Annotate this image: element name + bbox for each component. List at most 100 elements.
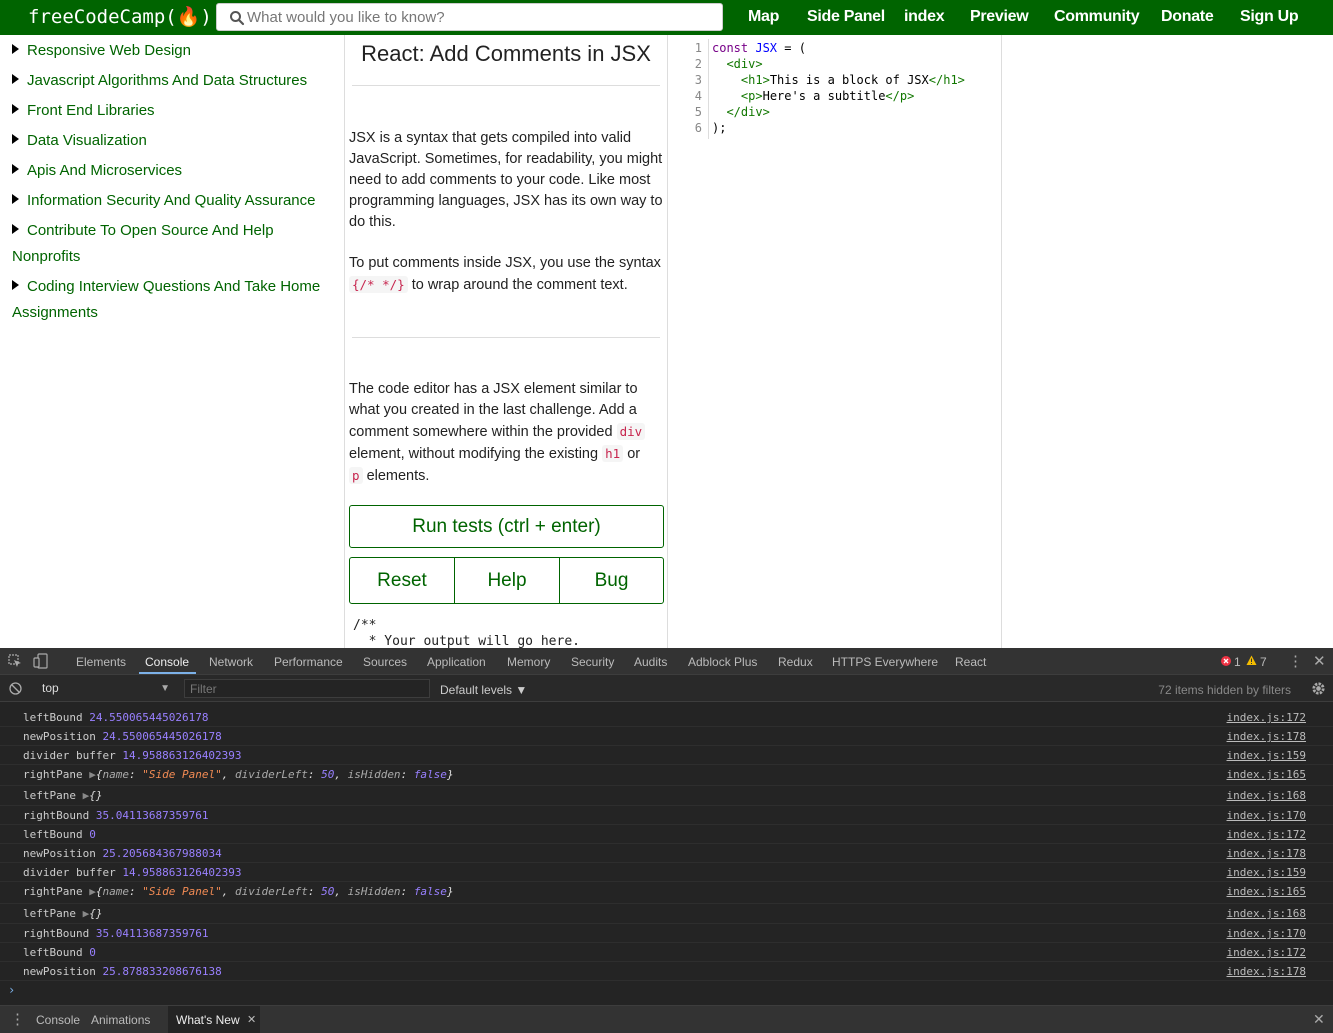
run-tests-button[interactable]: Run tests (ctrl + enter) xyxy=(349,505,664,548)
map-item-label: Javascript Algorithms And Data Structure… xyxy=(27,72,308,89)
console-message[interactable]: rightPane ▶{name: "Side Panel", dividerL… xyxy=(0,765,1333,786)
dropdown-arrow-icon: ▼ xyxy=(160,683,170,694)
search-icon xyxy=(230,11,245,26)
log-label: divider buffer xyxy=(23,749,116,762)
source-link[interactable]: index.js:159 xyxy=(1227,865,1306,880)
warning-count[interactable]: 7 xyxy=(1260,655,1267,669)
source-link[interactable]: index.js:172 xyxy=(1227,827,1306,842)
log-label: leftPane xyxy=(23,907,76,920)
devtools-tab-audits[interactable]: Audits xyxy=(634,655,667,669)
caret-right-icon xyxy=(12,164,19,174)
source-link[interactable]: index.js:178 xyxy=(1227,964,1306,979)
map-item[interactable]: Javascript Algorithms And Data Structure… xyxy=(12,68,332,94)
close-devtools-icon[interactable]: ✕ xyxy=(1313,652,1326,670)
inline-code: {/* */} xyxy=(349,276,408,293)
devtools-tab-console[interactable]: Console xyxy=(145,655,189,669)
map-item[interactable]: Data Visualization xyxy=(12,128,332,154)
search-input[interactable] xyxy=(247,7,717,27)
close-drawer-icon[interactable]: ✕ xyxy=(1313,1011,1325,1028)
map-item[interactable]: Information Security And Quality Assuran… xyxy=(12,188,332,214)
inspect-element-icon[interactable] xyxy=(8,654,22,668)
source-link[interactable]: index.js:170 xyxy=(1227,808,1306,823)
nav-link-sign-up[interactable]: Sign Up xyxy=(1240,8,1299,26)
devtools-tab-elements[interactable]: Elements xyxy=(76,655,126,669)
context-selector[interactable]: top ▼ xyxy=(34,679,174,698)
devtools-tab-redux[interactable]: Redux xyxy=(778,655,813,669)
caret-right-icon xyxy=(12,104,19,114)
log-label: leftBound xyxy=(23,828,83,841)
code-line[interactable]: <h1>This is a block of JSX</h1> xyxy=(712,73,965,87)
reset-button[interactable]: Reset xyxy=(349,557,455,604)
devtools-tab-react[interactable]: React xyxy=(955,655,986,669)
nav-link-preview[interactable]: Preview xyxy=(970,8,1029,26)
source-link[interactable]: index.js:165 xyxy=(1227,767,1306,782)
source-link[interactable]: index.js:168 xyxy=(1227,788,1306,803)
source-link[interactable]: index.js:172 xyxy=(1227,710,1306,725)
console-message[interactable]: leftPane ▶{} index.js:168 xyxy=(0,904,1333,924)
nav-link-map[interactable]: Map xyxy=(748,8,779,26)
freecodecamp-logo[interactable]: freeCodeCamp(🔥) xyxy=(28,5,212,28)
console-message[interactable]: rightPane ▶{name: "Side Panel", dividerL… xyxy=(0,882,1333,904)
nav-link-index[interactable]: index xyxy=(904,8,945,26)
gear-icon[interactable] xyxy=(1311,681,1326,696)
console-filter-input[interactable] xyxy=(184,679,430,698)
log-label: leftBound xyxy=(23,711,83,724)
drawer-menu-icon[interactable]: ⋮ xyxy=(10,1010,25,1028)
devtools-tab-sources[interactable]: Sources xyxy=(363,655,407,669)
console-messages: leftBound 24.550065445026178 index.js:17… xyxy=(0,708,1333,988)
source-link[interactable]: index.js:178 xyxy=(1227,846,1306,861)
device-toolbar-icon[interactable] xyxy=(33,653,49,669)
map-item[interactable]: Responsive Web Design xyxy=(12,38,332,64)
nav-link-donate[interactable]: Donate xyxy=(1161,8,1214,26)
drawer-tab-whats-new[interactable]: What's New xyxy=(176,1013,240,1027)
devtools-tab-network[interactable]: Network xyxy=(209,655,253,669)
bug-button[interactable]: Bug xyxy=(559,557,664,604)
log-label: leftPane xyxy=(23,789,76,802)
drawer-tab-console[interactable]: Console xyxy=(36,1013,80,1027)
source-link[interactable]: index.js:170 xyxy=(1227,926,1306,941)
code-line[interactable]: </div> xyxy=(712,105,769,119)
clear-console-icon[interactable] xyxy=(9,682,22,695)
console-message[interactable]: leftPane ▶{} index.js:168 xyxy=(0,786,1333,806)
map-item-label: Responsive Web Design xyxy=(27,42,191,59)
inline-code: p xyxy=(349,467,363,484)
log-levels-dropdown[interactable]: Default levels ▼ xyxy=(440,683,527,697)
code-editor[interactable]: 1 2 3 4 5 6 const JSX = ( <div> <h1>This… xyxy=(668,35,1002,648)
devtools-tab-adblock-plus[interactable]: Adblock Plus xyxy=(688,655,757,669)
help-button[interactable]: Help xyxy=(454,557,560,604)
divider xyxy=(352,337,660,338)
console-prompt[interactable]: › xyxy=(8,983,15,997)
nav-link-community[interactable]: Community xyxy=(1054,8,1140,26)
expand-arrow-icon[interactable]: ▶ xyxy=(89,885,96,898)
console-message: rightBound 35.04113687359761 index.js:17… xyxy=(0,806,1333,825)
console-message: newPosition 24.550065445026178 index.js:… xyxy=(0,727,1333,746)
map-item-label: Coding Interview Questions And Take Home… xyxy=(12,278,321,321)
devtools-tab-https-everywhere[interactable]: HTTPS Everywhere xyxy=(832,655,938,669)
search-box[interactable] xyxy=(216,3,723,31)
expand-arrow-icon[interactable]: ▶ xyxy=(89,768,96,781)
source-link[interactable]: index.js:159 xyxy=(1227,748,1306,763)
source-link[interactable]: index.js:168 xyxy=(1227,906,1306,921)
map-item[interactable]: Apis And Microservices xyxy=(12,158,332,184)
map-item[interactable]: Front End Libraries xyxy=(12,98,332,124)
close-tab-icon[interactable]: ✕ xyxy=(247,1013,256,1026)
code-line[interactable]: ); xyxy=(712,121,726,135)
more-options-icon[interactable]: ⋮ xyxy=(1288,652,1303,670)
source-link[interactable]: index.js:172 xyxy=(1227,945,1306,960)
log-label: rightPane xyxy=(23,768,83,781)
devtools-tab-application[interactable]: Application xyxy=(427,655,486,669)
code-line[interactable]: const JSX = ( xyxy=(712,41,806,55)
error-count[interactable]: 1 xyxy=(1234,655,1241,669)
map-item[interactable]: Contribute To Open Source And Help Nonpr… xyxy=(12,218,332,270)
devtools-tab-memory[interactable]: Memory xyxy=(507,655,550,669)
devtools-tab-performance[interactable]: Performance xyxy=(274,655,343,669)
code-line[interactable]: <p>Here's a subtitle</p> xyxy=(712,89,914,103)
source-link[interactable]: index.js:165 xyxy=(1227,884,1306,899)
source-link[interactable]: index.js:178 xyxy=(1227,729,1306,744)
code-line[interactable]: <div> xyxy=(712,57,762,71)
devtools-tab-security[interactable]: Security xyxy=(571,655,614,669)
nav-link-side-panel[interactable]: Side Panel xyxy=(807,8,885,26)
map-item[interactable]: Coding Interview Questions And Take Home… xyxy=(12,274,332,326)
warning-icon xyxy=(1246,655,1257,665)
drawer-tab-animations[interactable]: Animations xyxy=(91,1013,150,1027)
